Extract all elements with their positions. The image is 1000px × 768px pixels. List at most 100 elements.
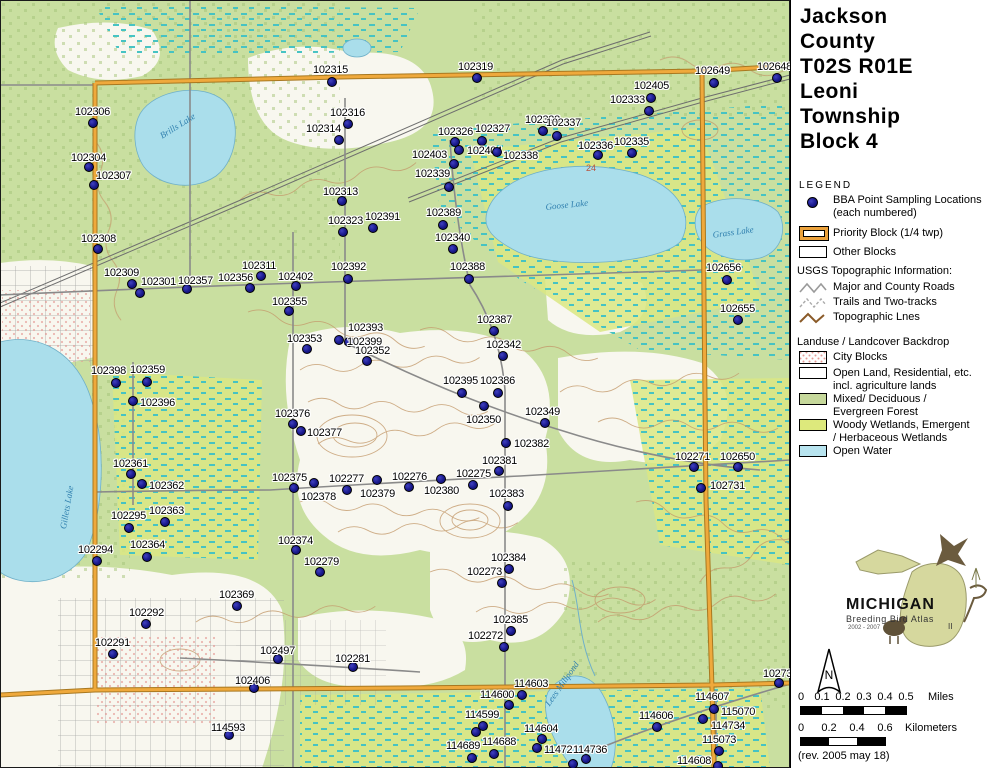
legend-label: Mixed/ Deciduous / — [833, 393, 927, 406]
bba-point-label: 102393 — [348, 322, 383, 334]
bba-point-dot — [644, 106, 654, 116]
legend-item-open-water: Open Water — [799, 445, 892, 458]
logo-years: 2002 - 2007 — [848, 625, 880, 631]
bba-point-dot — [709, 704, 719, 714]
bba-point-dot — [506, 626, 516, 636]
legend-label: Trails and Two-tracks — [833, 296, 937, 309]
bba-point-label: 102406 — [235, 675, 270, 687]
bba-point-dot — [627, 148, 637, 158]
bba-point-label: 102392 — [331, 261, 366, 273]
bba-point-label: 102656 — [706, 262, 741, 274]
bba-point-label: 102295 — [111, 510, 146, 522]
bba-point-dot — [468, 480, 478, 490]
bba-point-dot — [772, 73, 782, 83]
bba-point-label: 115070 — [721, 706, 755, 718]
bba-point-dot — [141, 619, 151, 629]
legend-label: Priority Block (1/4 twp) — [833, 227, 943, 240]
legend-label: Evergreen Forest — [833, 406, 927, 419]
legend-label: / Herbaceous Wetlands — [833, 432, 970, 445]
bba-point-label: 114604 — [524, 723, 558, 735]
legend-label: Topographic Lnes — [833, 311, 920, 324]
bba-point-dot — [696, 483, 706, 493]
michigan-state-illustration — [828, 532, 996, 654]
legend-item-forest: Mixed/ Deciduous / Evergreen Forest — [799, 393, 927, 419]
legend-label: incl. agriculture lands — [833, 380, 972, 393]
legend-item-trails: Trails and Two-tracks — [799, 296, 937, 309]
bba-point-dot — [342, 485, 352, 495]
bba-point-label: 102363 — [149, 505, 184, 517]
bba-point-label: 102361 — [113, 458, 148, 470]
north-label: N — [825, 668, 834, 682]
bba-point-label: 102387 — [477, 314, 512, 326]
bba-point-label: 102374 — [278, 535, 313, 547]
bba-point-dot — [362, 356, 372, 366]
scale-unit: Miles — [928, 691, 954, 703]
bba-point-dot — [503, 501, 513, 511]
bba-point-dot — [93, 244, 103, 254]
bba-point-label: 102319 — [458, 61, 493, 73]
bba-point-dot — [334, 335, 344, 345]
bba-point-dot — [438, 220, 448, 230]
legend-heading: LEGEND — [799, 180, 852, 191]
bba-point-label: 102379 — [360, 488, 395, 500]
scale-tick: 0.5 — [898, 691, 913, 703]
bba-point-label: 102327 — [475, 123, 510, 135]
bba-point-label: 102389 — [426, 207, 461, 219]
logo-subtitle: Breeding Bird Atlas — [846, 614, 934, 624]
city-blocks-swatch — [799, 351, 827, 364]
bba-point-label: 102655 — [720, 303, 755, 315]
bba-point-dot — [108, 649, 118, 659]
bba-point-dot — [698, 714, 708, 724]
bba-point-label: 102396 — [140, 397, 175, 409]
bba-point-label: 102398 — [91, 365, 126, 377]
bba-point-label: 102383 — [489, 488, 524, 500]
bba-point-dot — [540, 418, 550, 428]
bba-point-dot — [498, 351, 508, 361]
bba-point-label: 102731 — [710, 480, 745, 492]
bba-point-label: 102277 — [329, 473, 364, 485]
bba-point-label: 102308 — [81, 233, 116, 245]
bba-point-dot — [714, 746, 724, 756]
bba-point-dot — [471, 727, 481, 737]
water-feature-label: Lees Millpond — [543, 660, 581, 708]
bba-point-label: 115073 — [702, 734, 736, 746]
bba-point-dot — [492, 147, 502, 157]
scale-tick: 0.1 — [814, 691, 829, 703]
bba-point-dot — [372, 475, 382, 485]
trails-line-symbol — [799, 296, 827, 310]
bba-point-dot — [343, 119, 353, 129]
bba-point-label: 114734 — [711, 720, 745, 732]
legend-label: Major and County Roads — [833, 281, 955, 294]
bba-point-label: 102309 — [104, 267, 139, 279]
bba-point-label: 102291 — [95, 637, 130, 649]
bba-point-dot — [88, 118, 98, 128]
bba-point-dot — [646, 93, 656, 103]
bba-point-dot — [309, 478, 319, 488]
bba-point-dot — [404, 482, 414, 492]
bba-point-dot — [552, 131, 562, 141]
bba-point-label: 102335 — [614, 136, 649, 148]
bba-point-label: 102340 — [435, 232, 470, 244]
bba-point-label: 102382 — [514, 438, 549, 450]
bba-point-dot — [517, 690, 527, 700]
bba-point-dot — [467, 753, 477, 763]
screenshot-root: 1023061023041023071023081023091023011023… — [0, 0, 1000, 768]
bba-point-label: 114600 — [480, 689, 514, 701]
legend-item-other-blocks: Other Blocks — [799, 246, 896, 259]
bba-point-dot — [137, 479, 147, 489]
map-title: Jackson County T02S R01E Leoni Township … — [800, 4, 913, 154]
bba-point-dot — [142, 377, 152, 387]
water-feature-label: Goose Lake — [545, 198, 589, 212]
bba-point-label: 114593 — [211, 722, 245, 734]
revision-note: (rev. 2005 may 18) — [798, 750, 890, 762]
bba-point-label: 102276 — [392, 471, 427, 483]
bba-point-dot — [713, 761, 723, 768]
bba-point-label: 102323 — [328, 215, 363, 227]
legend-item-city-blocks: City Blocks — [799, 351, 887, 364]
bba-point-label: 102333 — [610, 94, 645, 106]
map-points-layer: 1023061023041023071023081023091023011023… — [0, 0, 790, 768]
scale-tick: 0.4 — [849, 722, 864, 734]
km-scale-bar — [800, 737, 886, 746]
bba-point-label: 114688 — [482, 736, 516, 748]
bba-point-dot — [368, 223, 378, 233]
